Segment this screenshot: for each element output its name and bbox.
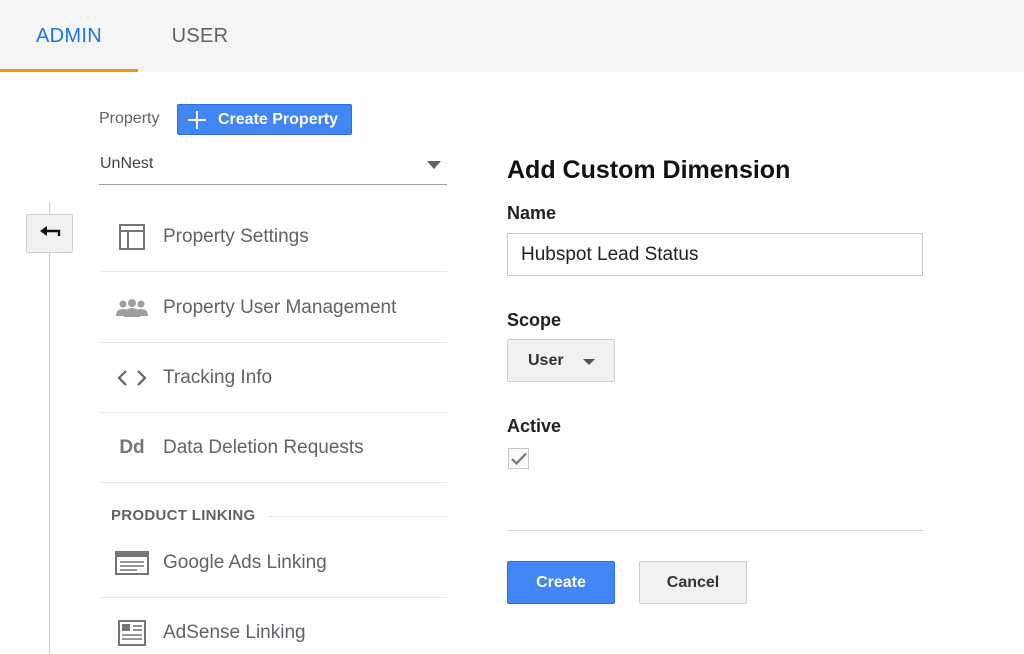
hierarchy-line (49, 202, 50, 654)
nav-item-label: Property User Management (163, 296, 397, 318)
top-tab-bar: ADMIN USER (0, 0, 1024, 72)
nav-item-property-settings[interactable]: Property Settings (101, 202, 447, 272)
nav-item-label: Data Deletion Requests (163, 436, 364, 458)
nav-item-tracking-info[interactable]: Tracking Info (101, 343, 447, 413)
create-property-button[interactable]: Create Property (177, 104, 352, 135)
cancel-button[interactable]: Cancel (639, 561, 747, 604)
code-icon (101, 343, 163, 413)
caret-down-icon (427, 161, 441, 169)
nav-item-label: Property Settings (163, 225, 309, 247)
nav-item-google-ads-linking[interactable]: Google Ads Linking (101, 528, 447, 598)
nav-item-adsense-linking[interactable]: AdSense Linking (101, 598, 447, 654)
form-divider (507, 530, 924, 531)
tab-user[interactable]: USER (138, 0, 262, 72)
plus-icon (188, 110, 206, 129)
name-label: Name (507, 203, 557, 223)
scope-value: User (528, 351, 564, 369)
property-select-value: UnNest (100, 155, 154, 172)
back-button[interactable] (26, 214, 73, 253)
dd-icon: Dd (101, 413, 163, 483)
scope-label: Scope (507, 310, 562, 330)
section-divider (268, 516, 447, 517)
dd-glyph: Dd (119, 436, 145, 458)
checkmark-icon (510, 452, 527, 465)
name-input[interactable] (507, 233, 923, 276)
section-heading-product-linking: PRODUCT LINKING (111, 507, 256, 524)
people-icon (101, 273, 163, 343)
ads-icon (101, 528, 163, 598)
property-select[interactable]: UnNest (99, 150, 447, 185)
active-checkbox[interactable] (508, 448, 529, 469)
tab-admin[interactable]: ADMIN (0, 0, 138, 72)
layout-icon (101, 202, 163, 272)
active-label: Active (507, 416, 562, 436)
adsense-icon (101, 598, 163, 654)
nav-item-label: Tracking Info (163, 366, 273, 388)
create-button[interactable]: Create (507, 561, 615, 604)
caret-down-icon (583, 359, 595, 365)
nav-item-data-deletion[interactable]: Dd Data Deletion Requests (101, 413, 447, 483)
scope-dropdown[interactable]: User (507, 339, 615, 382)
arrow-back-icon (39, 225, 60, 236)
create-property-label: Create Property (218, 110, 339, 128)
nav-item-user-management[interactable]: Property User Management (101, 273, 447, 343)
nav-item-label: Google Ads Linking (163, 551, 327, 573)
form-title: Add Custom Dimension (507, 156, 791, 184)
nav-item-label: AdSense Linking (163, 622, 306, 643)
property-label: Property (99, 110, 160, 127)
